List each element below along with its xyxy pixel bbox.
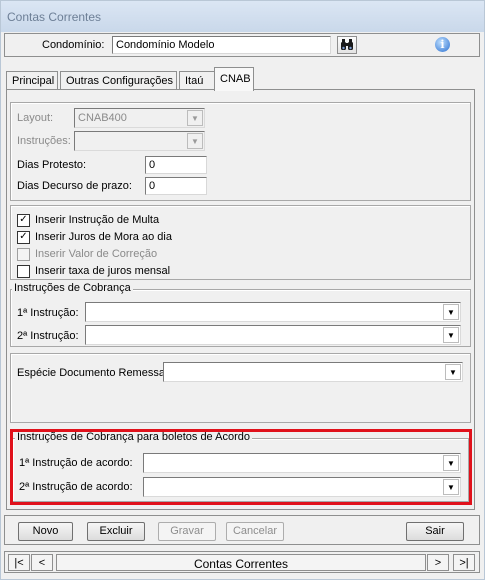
chevron-down-icon: ▼ bbox=[187, 133, 203, 149]
checkbox-box bbox=[17, 247, 30, 261]
window-title: Contas Correntes bbox=[7, 10, 102, 24]
checkbox-box bbox=[17, 264, 30, 278]
prev-record-label: < bbox=[38, 557, 46, 569]
chevron-down-icon: ▼ bbox=[445, 364, 461, 380]
novo-button[interactable]: Novo bbox=[18, 522, 73, 541]
tab-cnab[interactable]: CNAB bbox=[214, 67, 254, 91]
excluir-button-label: Excluir bbox=[99, 525, 133, 537]
cobranca-title: Instruções de Cobrança bbox=[12, 282, 133, 294]
cobranca-group: Instruções de Cobrança 1ª Instrução: ▼ 2… bbox=[10, 282, 471, 347]
tab-principal-label: Principal bbox=[12, 75, 55, 87]
remessa-select[interactable]: ▼ bbox=[163, 362, 463, 382]
binoculars-icon[interactable] bbox=[337, 36, 357, 54]
dias-decurso-label: Dias Decurso de prazo: bbox=[17, 180, 132, 192]
sair-button[interactable]: Sair bbox=[406, 522, 464, 541]
checkbox-label: Inserir taxa de juros mensal bbox=[35, 265, 171, 277]
tab-outras-configuracoes-label: Outras Configurações bbox=[66, 75, 173, 87]
record-navigator: |< < Contas Correntes > >| bbox=[4, 551, 480, 573]
layout-group: Layout: CNAB400 ▼ Instruções: ▼ Dias Pro… bbox=[10, 102, 471, 201]
layout-select[interactable]: CNAB400 ▼ bbox=[74, 108, 205, 128]
remessa-label: Espécie Documento Remessa: bbox=[17, 367, 169, 379]
last-record-label: >| bbox=[459, 557, 469, 569]
checkbox-juros-mora[interactable]: ✓ Inserir Juros de Mora ao dia bbox=[17, 229, 172, 245]
condominio-label: Condomínio: bbox=[42, 39, 105, 51]
title-bar: Contas Correntes bbox=[1, 1, 484, 32]
checkbox-instrucao-multa[interactable]: ✓ Inserir Instrução de Multa bbox=[17, 212, 159, 228]
tab-itau-label: Itaú bbox=[185, 75, 204, 87]
instrucao2-select[interactable]: ▼ bbox=[85, 325, 461, 345]
tab-principal[interactable]: Principal bbox=[6, 71, 58, 90]
dias-protesto-field[interactable]: 0 bbox=[145, 156, 207, 174]
next-record-label: > bbox=[434, 557, 442, 569]
instrucao1-label: 1ª Instrução: bbox=[17, 307, 79, 319]
gravar-button[interactable]: Gravar bbox=[158, 522, 216, 541]
condominio-field[interactable]: Condomínio Modelo bbox=[112, 36, 331, 54]
checkbox-label: Inserir Instrução de Multa bbox=[35, 214, 160, 226]
first-record-label: |< bbox=[14, 557, 24, 569]
checkbox-box: ✓ bbox=[17, 230, 30, 244]
instrucoes-label: Instruções: bbox=[17, 135, 71, 147]
checkbox-box: ✓ bbox=[17, 213, 30, 227]
instrucao1-select[interactable]: ▼ bbox=[85, 302, 461, 322]
tab-cnab-label: CNAB bbox=[220, 73, 251, 85]
dias-decurso-field[interactable]: 0 bbox=[145, 177, 207, 195]
remessa-group: Espécie Documento Remessa: ▼ bbox=[10, 353, 471, 423]
navigator-title: Contas Correntes bbox=[56, 554, 426, 571]
checkbox-valor-correcao[interactable]: Inserir Valor de Correção bbox=[17, 246, 157, 262]
highlight-box bbox=[10, 429, 472, 505]
tab-itau[interactable]: Itaú bbox=[179, 71, 215, 90]
layout-value: CNAB400 bbox=[78, 112, 127, 124]
info-icon[interactable]: i bbox=[435, 37, 450, 52]
novo-button-label: Novo bbox=[32, 525, 59, 537]
first-record-button[interactable]: |< bbox=[8, 554, 30, 571]
instrucoes-select[interactable]: ▼ bbox=[74, 131, 205, 151]
checkbox-label: Inserir Juros de Mora ao dia bbox=[35, 231, 172, 243]
chevron-down-icon: ▼ bbox=[443, 304, 459, 320]
tab-outras-configuracoes[interactable]: Outras Configurações bbox=[60, 71, 177, 90]
cancelar-button[interactable]: Cancelar bbox=[226, 522, 284, 541]
chevron-down-icon: ▼ bbox=[443, 327, 459, 343]
checkbox-label: Inserir Valor de Correção bbox=[35, 248, 158, 260]
dias-protesto-label: Dias Protesto: bbox=[17, 159, 87, 171]
checkbox-taxa-juros-mensal[interactable]: Inserir taxa de juros mensal bbox=[17, 263, 170, 279]
instrucao2-label: 2ª Instrução: bbox=[17, 330, 79, 342]
window: Contas Correntes Condomínio: Condomínio … bbox=[0, 0, 485, 580]
button-bar: Novo Excluir Gravar Cancelar Sair bbox=[4, 515, 480, 545]
condominio-panel: Condomínio: Condomínio Modelo i bbox=[4, 33, 480, 57]
chevron-down-icon: ▼ bbox=[187, 110, 203, 126]
options-group: ✓ Inserir Instrução de Multa ✓ Inserir J… bbox=[10, 205, 471, 280]
cancelar-button-label: Cancelar bbox=[232, 525, 278, 537]
excluir-button[interactable]: Excluir bbox=[87, 522, 145, 541]
last-record-button[interactable]: >| bbox=[453, 554, 475, 571]
sair-button-label: Sair bbox=[425, 525, 445, 537]
prev-record-button[interactable]: < bbox=[31, 554, 53, 571]
next-record-button[interactable]: > bbox=[427, 554, 449, 571]
layout-label: Layout: bbox=[17, 112, 54, 124]
gravar-button-label: Gravar bbox=[170, 525, 204, 537]
